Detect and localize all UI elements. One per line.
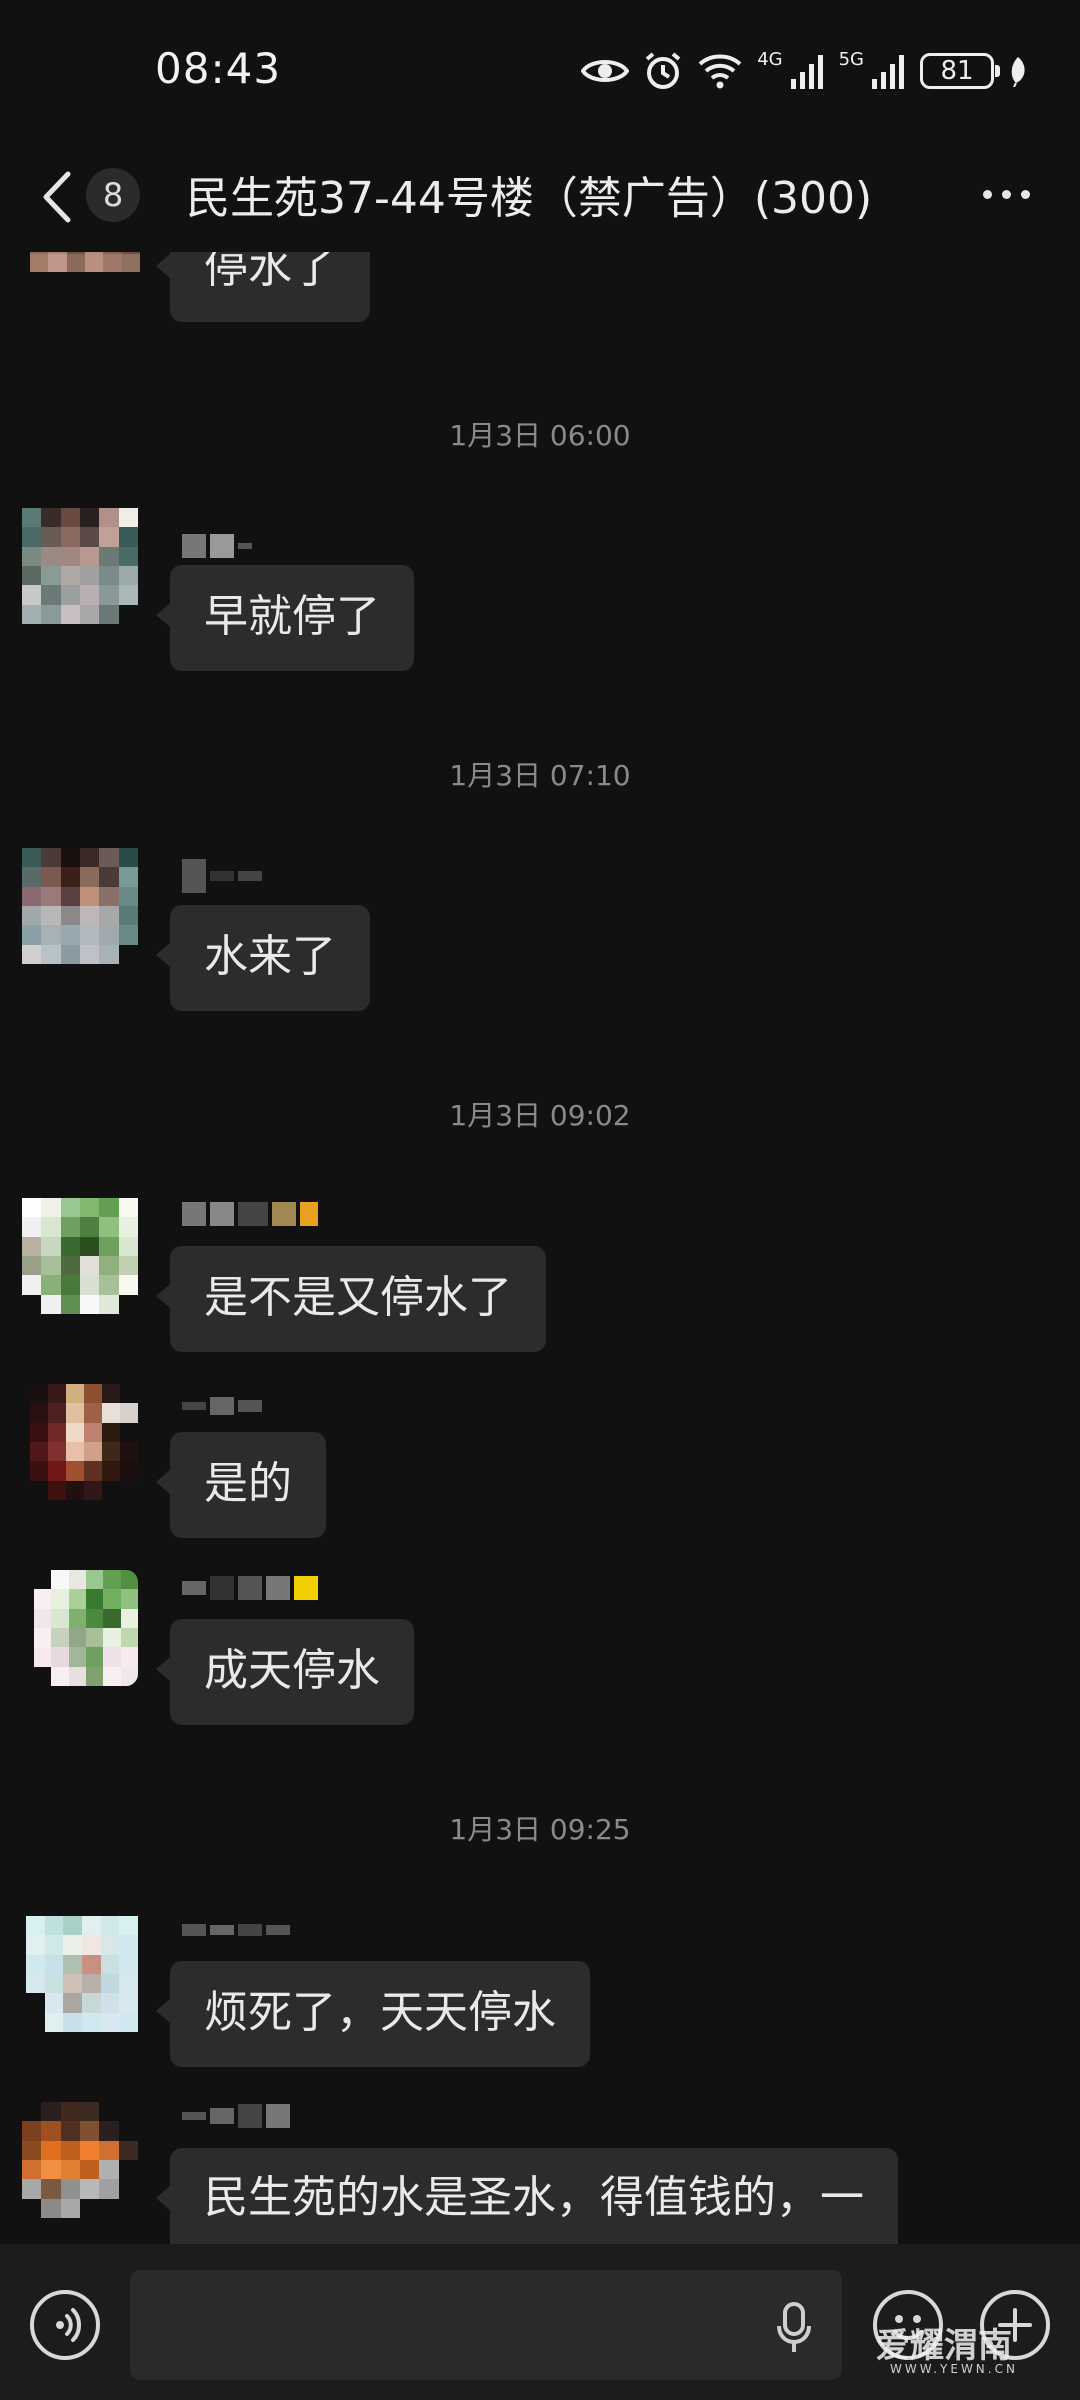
input-bar: 爱耀渭南 WWW.YEWN.CN xyxy=(0,2244,1080,2400)
message-input[interactable] xyxy=(130,2270,842,2380)
avatar[interactable] xyxy=(22,848,138,964)
wifi-icon xyxy=(698,54,742,89)
timestamp: 1月3日 09:02 xyxy=(449,1099,631,1132)
avatar[interactable] xyxy=(30,1384,138,1500)
nickname-blurred xyxy=(182,1916,290,1944)
timestamp: 1月3日 06:00 xyxy=(449,419,631,452)
avatar[interactable] xyxy=(22,1198,138,1314)
avatar[interactable] xyxy=(26,1916,138,2032)
net-label-4g: 4G xyxy=(757,48,783,70)
timestamp: 1月3日 09:25 xyxy=(449,1813,631,1846)
avatar[interactable] xyxy=(30,252,140,272)
message-bubble[interactable]: 水来了 xyxy=(156,905,370,1011)
message-text: 成天停水 xyxy=(204,1645,380,1696)
avatar[interactable] xyxy=(34,1570,138,1686)
message-bubble[interactable]: 烦死了，天天停水 xyxy=(156,1961,590,2067)
watermark-logo: 爱耀渭南 xyxy=(876,2326,1012,2366)
voice-icon[interactable] xyxy=(30,2290,100,2360)
message-text: 停水了 xyxy=(204,252,336,293)
nickname-blurred xyxy=(182,1392,262,1420)
message-bubble[interactable]: 停水了 xyxy=(156,252,370,322)
status-bar: 08:43 4G 5G 81 xyxy=(0,0,1080,140)
message-text: 是不是又停水了 xyxy=(204,1272,512,1323)
avatar[interactable] xyxy=(22,2102,138,2218)
signal-5g-icon xyxy=(872,55,904,89)
watermark-url: WWW.YEWN.CN xyxy=(890,2362,1018,2376)
more-options-icon[interactable] xyxy=(983,190,1030,199)
message-text: 是的 xyxy=(204,1458,292,1509)
message-text: 民生苑的水是圣水，得值钱的，一 xyxy=(204,2172,864,2223)
back-arrow-icon[interactable] xyxy=(38,170,78,224)
message-bubble[interactable]: 成天停水 xyxy=(156,1619,414,1725)
status-time: 08:43 xyxy=(155,44,282,93)
nickname-blurred xyxy=(182,1574,318,1602)
chat-title: 民生苑37-44号楼（禁广告）(300) xyxy=(186,173,873,224)
mic-icon[interactable] xyxy=(776,2302,812,2354)
message-bubble[interactable]: 早就停了 xyxy=(156,565,414,671)
nickname-blurred xyxy=(182,1200,318,1228)
leaf-icon xyxy=(1011,57,1025,87)
message-text: 水来了 xyxy=(204,931,336,982)
avatar[interactable] xyxy=(22,508,138,624)
timestamp: 1月3日 07:10 xyxy=(449,759,631,792)
message-bubble[interactable]: 是不是又停水了 xyxy=(156,1246,546,1352)
nickname-blurred xyxy=(182,532,252,560)
message-text: 早就停了 xyxy=(204,591,380,642)
message-bubble[interactable]: 是的 xyxy=(156,1432,326,1538)
status-icons: 4G 5G 81 xyxy=(581,46,1028,96)
message-bubble[interactable]: 民生苑的水是圣水，得值钱的，一 xyxy=(156,2148,898,2244)
battery-icon: 81 xyxy=(920,53,1000,89)
nickname-blurred xyxy=(182,2102,290,2130)
alarm-icon xyxy=(645,52,681,89)
message-text: 烦死了，天天停水 xyxy=(204,1987,556,2038)
unread-count-badge[interactable]: 8 xyxy=(86,168,140,222)
eye-icon xyxy=(581,60,630,82)
battery-level: 81 xyxy=(940,56,974,86)
chat-header: 8 民生苑37-44号楼（禁广告）(300) xyxy=(0,140,1080,252)
net-label-5g: 5G xyxy=(838,48,864,70)
message-list[interactable]: 停水了 1月3日 06:00 早就停了 1月3日 07:10 水来了 1月3日 … xyxy=(0,252,1080,2244)
nickname-blurred xyxy=(182,859,262,893)
signal-4g-icon xyxy=(790,55,823,89)
